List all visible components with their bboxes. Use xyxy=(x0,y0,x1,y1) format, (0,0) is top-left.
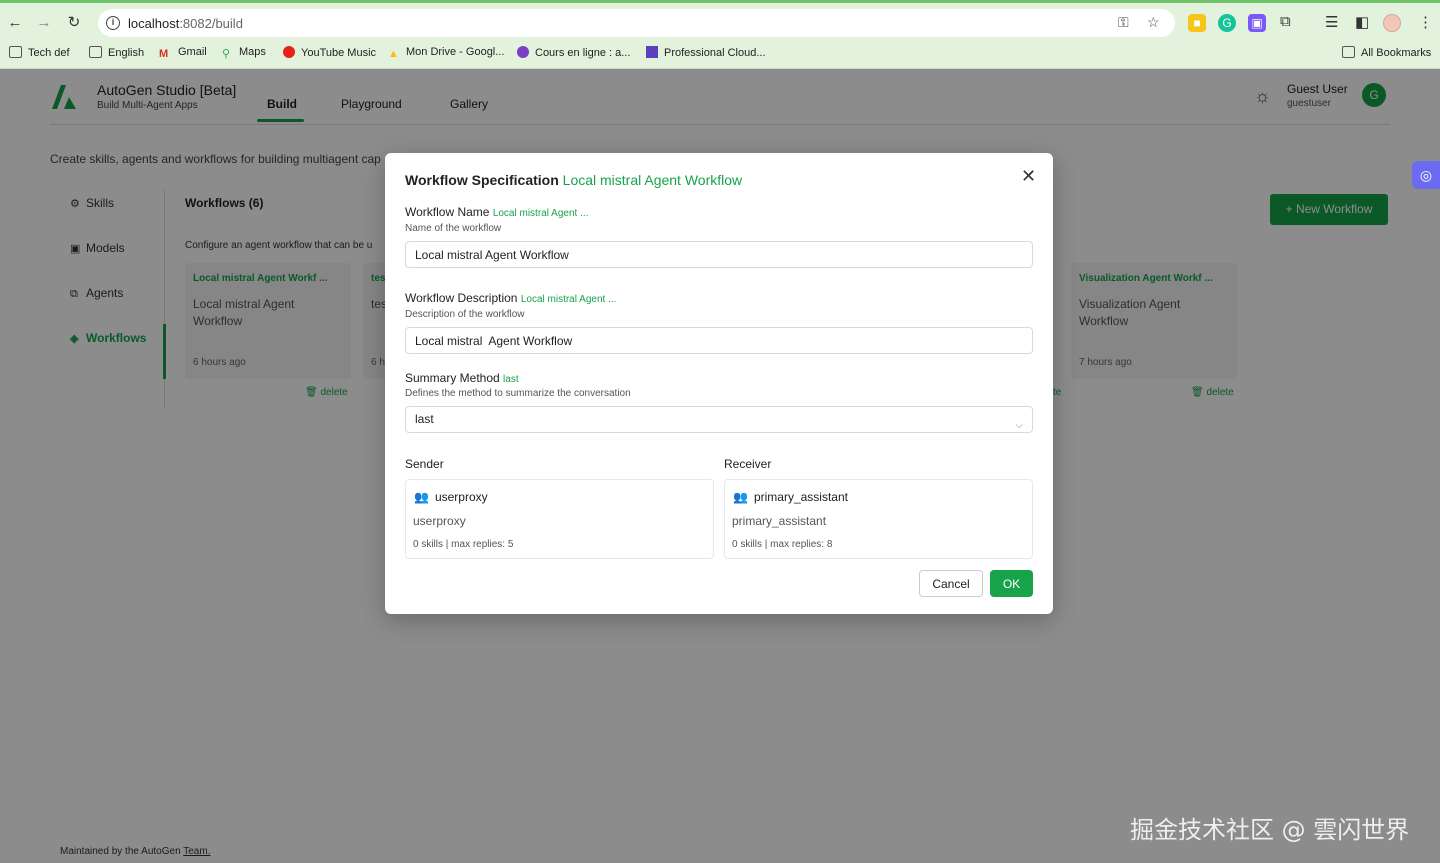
profile-avatar[interactable] xyxy=(1383,14,1401,32)
course-icon xyxy=(517,46,529,58)
bookmark-youtube-music[interactable]: YouTube Music xyxy=(283,46,376,59)
gmail-icon: M xyxy=(159,48,169,60)
back-icon[interactable]: ← xyxy=(5,13,25,33)
workflow-name-label: Workflow Name Local mistral Agent ... xyxy=(405,205,589,219)
watermark: 掘金技术社区 @ 雲闪世界 xyxy=(1130,816,1410,844)
drive-icon: ▲ xyxy=(388,48,399,60)
receiver-agent-description: primary_assistant xyxy=(732,514,827,528)
chevron-down-icon: ⌵ xyxy=(1015,420,1023,431)
bookmarks-bar: Tech def English M Gmail ⚲ Maps YouTube Mu… xyxy=(0,40,1440,69)
sender-agent-card[interactable]: 👥 userproxy userproxy 0 skills | max repl… xyxy=(405,479,714,559)
bookmark-drive[interactable]: ▲ Mon Drive - Googl... xyxy=(388,46,504,60)
users-icon: 👥 xyxy=(733,490,748,504)
extensions-puzzle-icon[interactable]: ⧉ xyxy=(1280,13,1291,30)
users-icon: 👥 xyxy=(414,490,429,504)
password-key-icon[interactable]: ⚿ xyxy=(1118,14,1129,31)
maps-icon: ⚲ xyxy=(222,48,231,60)
url-text[interactable]: localhost:8082/build xyxy=(128,16,243,31)
bookmark-maps[interactable]: ⚲ Maps xyxy=(222,46,266,60)
bookmark-cloud[interactable]: Professional Cloud... xyxy=(646,46,766,59)
all-bookmarks[interactable]: All Bookmarks xyxy=(1342,46,1431,59)
folder-icon xyxy=(89,46,102,58)
workflow-name-input[interactable] xyxy=(405,241,1033,268)
sender-agent-name: 👥 userproxy xyxy=(414,490,488,504)
forward-icon[interactable]: → xyxy=(34,13,54,33)
receiver-label: Receiver xyxy=(724,457,772,471)
extension-purple-icon[interactable]: ▣ xyxy=(1248,14,1266,32)
bookmark-gmail[interactable]: M Gmail xyxy=(159,46,207,60)
cancel-button[interactable]: Cancel xyxy=(919,570,983,597)
grammarly-icon[interactable]: G xyxy=(1218,14,1236,32)
receiver-agent-card[interactable]: 👥 primary_assistant primary_assistant 0 s… xyxy=(724,479,1033,559)
sender-label: Sender xyxy=(405,457,444,471)
assistant-side-handle[interactable]: ◎ xyxy=(1412,161,1440,189)
bookmark-cours[interactable]: Cours en ligne : a... xyxy=(517,46,630,59)
site-info-icon[interactable]: i xyxy=(106,16,120,30)
ok-button[interactable]: OK xyxy=(990,570,1033,597)
workflow-description-label: Workflow Description Local mistral Agent… xyxy=(405,291,617,305)
receiver-agent-name: 👥 primary_assistant xyxy=(733,490,848,504)
modal-title: Workflow Specification Local mistral Age… xyxy=(405,172,743,188)
close-icon[interactable]: ✕ xyxy=(1021,167,1036,185)
summary-method-select[interactable]: last ⌵ xyxy=(405,406,1033,433)
sender-agent-meta: 0 skills | max replies: 5 xyxy=(413,539,514,550)
cloud-icon xyxy=(646,46,658,58)
workflow-description-input[interactable] xyxy=(405,327,1033,354)
reading-list-icon[interactable]: ☰ xyxy=(1325,13,1338,31)
reload-icon[interactable]: ↻ xyxy=(64,13,84,33)
menu-kebab-icon[interactable]: ⋮ xyxy=(1418,13,1433,31)
youtube-music-icon xyxy=(283,46,295,58)
side-panel-icon[interactable]: ◧ xyxy=(1355,13,1369,31)
summary-method-label: Summary Method last xyxy=(405,371,519,385)
browser-toolbar: ← → ↻ i localhost:8082/build ⚿ ☆ ■ G ▣ ⧉… xyxy=(0,0,1440,40)
extension-yellow-icon[interactable]: ■ xyxy=(1188,14,1206,32)
workflow-description-help: Description of the workflow xyxy=(405,309,525,320)
bookmark-star-icon[interactable]: ☆ xyxy=(1147,14,1160,31)
workflow-spec-modal: Workflow Specification Local mistral Age… xyxy=(385,153,1053,614)
bookmark-english[interactable]: English xyxy=(89,46,144,59)
address-bar[interactable]: i localhost:8082/build ⚿ ☆ xyxy=(98,9,1175,37)
folder-icon xyxy=(1342,46,1355,58)
sender-agent-description: userproxy xyxy=(413,514,466,528)
summary-method-help: Defines the method to summarize the conv… xyxy=(405,388,631,399)
bookmark-tech-def[interactable]: Tech def xyxy=(9,46,70,59)
receiver-agent-meta: 0 skills | max replies: 8 xyxy=(732,539,833,550)
workflow-name-help: Name of the workflow xyxy=(405,223,502,234)
folder-icon xyxy=(9,46,22,58)
